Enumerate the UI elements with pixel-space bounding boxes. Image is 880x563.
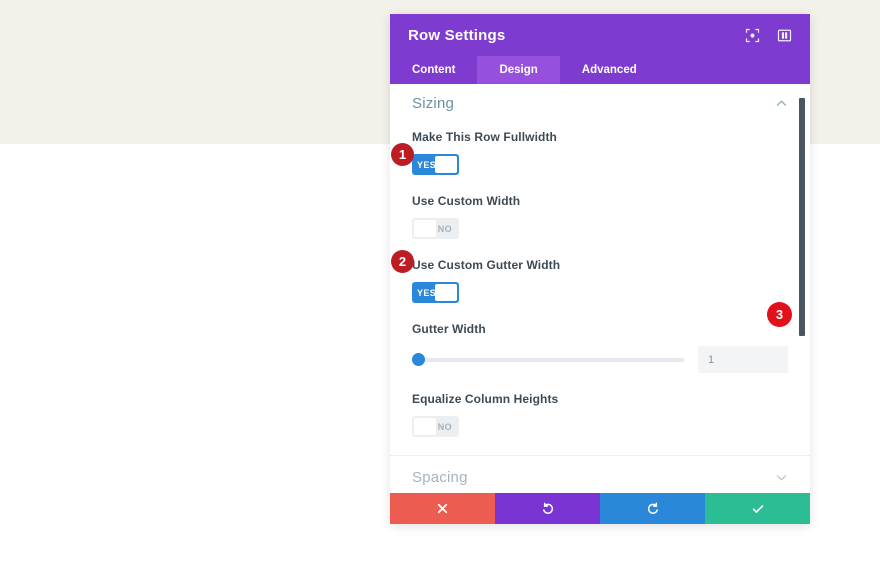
section-title-sizing: Sizing <box>412 94 455 112</box>
make-fullwidth-toggle[interactable]: YES <box>412 154 459 175</box>
toggle-knob <box>414 418 436 435</box>
redo-button[interactable] <box>600 493 705 524</box>
section-header-sizing[interactable]: Sizing <box>390 84 810 122</box>
toggle-knob <box>435 284 457 301</box>
field-gutter-width: Gutter Width <box>412 322 788 373</box>
close-x-icon <box>436 502 449 515</box>
slider-handle[interactable] <box>412 353 425 366</box>
slider-track <box>412 357 684 362</box>
expand-focus-icon[interactable] <box>745 28 760 43</box>
toggle-knob <box>414 220 436 237</box>
panel-tabs: Content Design Advanced <box>390 56 810 84</box>
label-gutter-width: Gutter Width <box>412 322 486 336</box>
toggle-knob <box>435 156 457 173</box>
field-use-custom-gutter-width: Use Custom Gutter Width YES <box>412 258 788 303</box>
undo-button[interactable] <box>495 493 600 524</box>
scrollbar-thumb[interactable] <box>799 98 805 336</box>
section-title-spacing: Spacing <box>412 468 468 486</box>
chevron-down-icon[interactable] <box>775 471 788 484</box>
make-fullwidth-toggle-value: YES <box>417 159 437 170</box>
label-use-custom-width: Use Custom Width <box>412 194 521 208</box>
label-make-fullwidth: Make This Row Fullwidth <box>412 130 557 144</box>
label-equalize-column-heights: Equalize Column Heights <box>412 392 559 406</box>
equalize-column-heights-toggle-value: NO <box>437 421 452 432</box>
save-button[interactable] <box>705 493 810 524</box>
use-custom-gutter-width-toggle[interactable]: YES <box>412 282 459 303</box>
equalize-column-heights-toggle[interactable]: NO <box>412 416 459 437</box>
tab-advanced[interactable]: Advanced <box>560 56 659 84</box>
checkmark-icon <box>751 502 765 516</box>
field-make-fullwidth: Make This Row Fullwidth YES <box>412 130 788 175</box>
cancel-button[interactable] <box>390 493 495 524</box>
panel-layout-icon[interactable] <box>777 28 792 43</box>
redo-arrow-icon <box>646 502 660 516</box>
gutter-width-slider[interactable] <box>412 352 684 368</box>
use-custom-width-toggle[interactable]: NO <box>412 218 459 239</box>
use-custom-gutter-width-toggle-value: YES <box>417 287 437 298</box>
page-title: Row Settings <box>408 26 506 44</box>
panel-scroll-body: Sizing Make This Row Fullwidth YES Use C… <box>390 84 810 493</box>
gutter-width-input[interactable] <box>698 346 788 373</box>
panel-header: Row Settings <box>390 14 810 56</box>
section-body-sizing: Make This Row Fullwidth YES Use Custom W… <box>390 122 810 455</box>
tab-content[interactable]: Content <box>390 56 477 84</box>
undo-arrow-icon <box>541 502 555 516</box>
gutter-width-control-row <box>412 346 788 373</box>
section-header-spacing[interactable]: Spacing <box>390 456 810 493</box>
header-icon-group <box>745 28 792 43</box>
scrollbar-track[interactable] <box>799 84 808 493</box>
panel-footer <box>390 493 810 524</box>
tab-design[interactable]: Design <box>477 56 560 84</box>
label-use-custom-gutter-width: Use Custom Gutter Width <box>412 258 561 272</box>
chevron-up-icon[interactable] <box>775 97 788 110</box>
field-equalize-column-heights: Equalize Column Heights NO <box>412 392 788 437</box>
row-settings-panel: Row Settings Content Design Advanced Siz… <box>390 14 810 524</box>
field-use-custom-width: Use Custom Width NO <box>412 194 788 239</box>
use-custom-width-toggle-value: NO <box>437 223 452 234</box>
